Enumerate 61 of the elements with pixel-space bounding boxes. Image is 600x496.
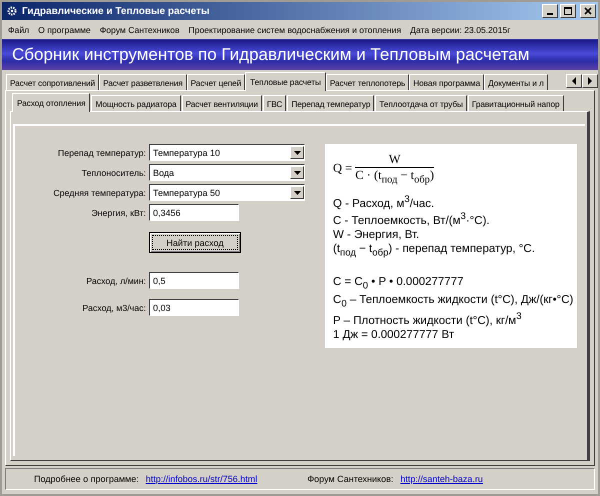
status-label: Подробнее о программе:	[34, 474, 139, 484]
tab[interactable]: Расчет вентиляции	[182, 95, 262, 111]
window-title: Гидравлические и Тепловые расчеты	[22, 6, 211, 16]
formula-text: C · (t$_{под}$ − t$_{обр}$)	[355, 168, 434, 186]
tab[interactable]: Гравитационный напор	[468, 95, 564, 111]
formula-text: C = C$_{0}$ • P • 0.000277777	[333, 276, 464, 292]
dropdown[interactable]: Температура 10	[149, 144, 305, 161]
input-field[interactable]: 0,3456	[149, 204, 239, 221]
menu-item[interactable]: Проектирование систем водоснабжения и отопления	[188, 24, 402, 34]
tab[interactable]: Новая программа	[409, 74, 484, 90]
formula-text: C - Теплоемкость, Вт/(м$^{3}$·°C).	[333, 211, 491, 228]
maximize-button[interactable]	[560, 4, 576, 18]
input-field[interactable]: 0,5	[149, 272, 239, 289]
triangle-right-icon	[587, 77, 593, 85]
minimize-button[interactable]	[542, 4, 558, 18]
formula-text: Q =	[333, 161, 352, 176]
formula-text: W - Энергия, Вт.	[333, 229, 420, 242]
caret-icon	[294, 170, 300, 174]
tab[interactable]: Расчет цепей	[186, 74, 246, 90]
formula-text: W	[355, 152, 434, 168]
dropdown[interactable]: Температура 50	[149, 184, 305, 201]
input-field[interactable]: 0,03	[149, 299, 239, 316]
field-label: Перепад температур:	[56, 148, 146, 158]
menu-item[interactable]: Файл	[8, 24, 30, 34]
menu-item[interactable]: О программе	[38, 24, 91, 34]
formula-text: Q - Расход, м$^{3}$/час.	[333, 194, 436, 210]
banner-title: Сборник инструментов по Гидравлическим и Тепловым расчетам	[12, 45, 530, 65]
field-label: Средняя температура:	[52, 188, 146, 198]
tab[interactable]: Теплоотдача от трубы	[375, 95, 467, 111]
link[interactable]: http://infobos.ru/str/756.html	[146, 474, 258, 484]
tab[interactable]: Расчет теплопотерь	[326, 74, 410, 90]
scroll-left-button[interactable]	[566, 74, 582, 88]
tab[interactable]: Расчет сопротивлений	[6, 74, 100, 90]
field-label: Расход, м3/час:	[81, 302, 146, 312]
menu-item[interactable]: Дата версии: 23.05.2015г	[410, 24, 510, 34]
tab[interactable]: Мощность радиатора	[91, 95, 181, 111]
close-icon	[584, 7, 592, 15]
tab[interactable]: Расход отопления	[12, 93, 90, 112]
dropdown[interactable]: Вода	[149, 164, 305, 181]
field-label: Расход, л/мин:	[85, 276, 146, 286]
tab[interactable]: Перепад температур	[287, 95, 374, 111]
scroll-right-button[interactable]	[582, 74, 598, 88]
field-label: Теплоноситель:	[80, 168, 146, 178]
formula-text: (t$_{под}$ − t$_{обр}$) - перепад температур, °C.	[333, 243, 536, 258]
tab[interactable]: ГВС	[262, 95, 286, 111]
tab[interactable]: Расчет разветвления	[99, 74, 187, 90]
menu-item[interactable]: Форум Сантехников	[100, 24, 180, 34]
find-button[interactable]: Найти расход	[149, 232, 241, 253]
status-label: Форум Сантехников:	[307, 474, 394, 484]
close-button[interactable]	[580, 4, 596, 18]
formula-text: P – Плотность жидкости (t°C), кг/м$^{3}$	[333, 311, 523, 327]
tab[interactable]: Документы и л	[484, 74, 548, 90]
caret-icon	[294, 190, 300, 194]
triangle-left-icon	[571, 77, 577, 85]
tab[interactable]: Тепловые расчеты	[245, 72, 326, 91]
maximize-icon	[564, 7, 572, 15]
caret-icon	[294, 150, 300, 154]
link[interactable]: http://santeh-baza.ru	[400, 474, 483, 484]
formula-text: 1 Дж = 0.000277777 Вт	[333, 328, 456, 341]
gear-icon	[6, 5, 18, 17]
field-label: Энергия, кВт:	[90, 208, 146, 218]
